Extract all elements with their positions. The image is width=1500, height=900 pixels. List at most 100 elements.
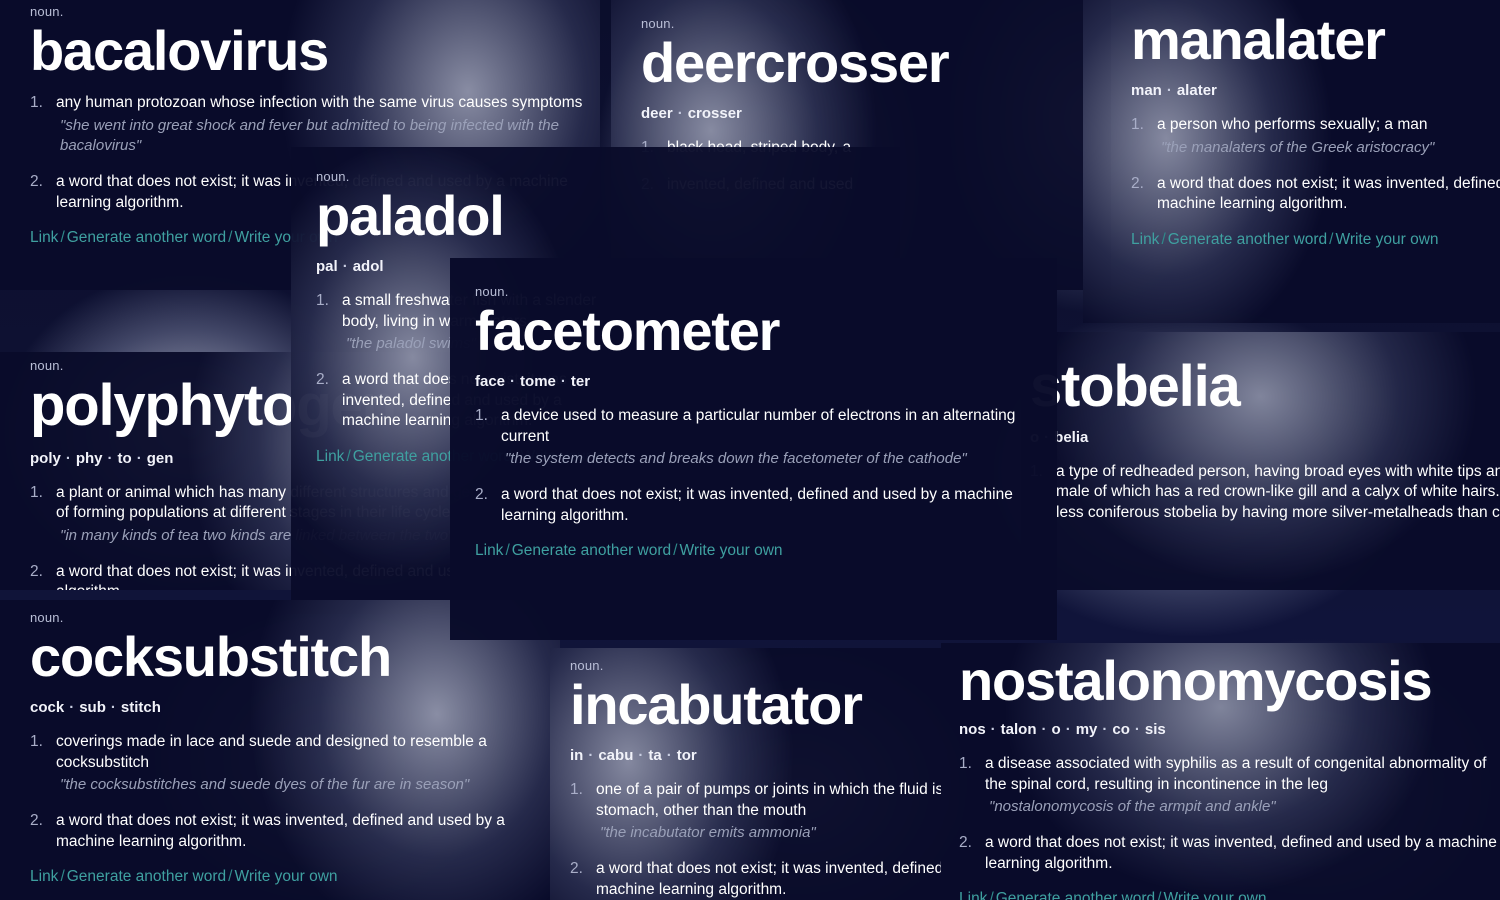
- sense-definition: any human protozoan whose infection with…: [56, 94, 583, 112]
- sense-example: "the manalaters of the Greek aristocracy…: [1161, 138, 1435, 156]
- syllable-breakdown: man · alater: [1131, 82, 1500, 99]
- link-action[interactable]: Link: [1131, 231, 1159, 248]
- generate-another-word-action[interactable]: Generate another word: [67, 229, 226, 246]
- syllable: gen: [146, 449, 174, 467]
- sense-item: a word that does not exist; it was inven…: [30, 811, 550, 852]
- write-your-own-action[interactable]: Write your own: [234, 868, 337, 885]
- write-your-own-action[interactable]: Write your own: [1335, 231, 1438, 248]
- sense-definition: a word that does not exist; it was inven…: [1157, 175, 1500, 213]
- syllable: nos: [959, 721, 986, 739]
- syllable-dot: ·: [1065, 721, 1071, 739]
- syllable: ta: [648, 747, 662, 765]
- sense-definition: a type of redheaded person, having broad…: [1056, 462, 1500, 521]
- syllable-dot: ·: [65, 449, 71, 467]
- syllable: cock: [30, 699, 65, 717]
- word-card-cocksubstitch[interactable]: noun. cocksubstitch cock · sub · stitch cove…: [0, 600, 560, 900]
- syllable-dot: ·: [1134, 721, 1140, 739]
- headword: manalater: [1131, 8, 1386, 71]
- headword: paladol: [316, 184, 505, 247]
- word-card-nostalonomycosis[interactable]: nostalonomycosis nos · talon · o · my · co · sis a…: [941, 643, 1500, 900]
- syllable: stitch: [120, 699, 161, 717]
- write-your-own-action[interactable]: Write your own: [1163, 890, 1266, 900]
- headword: bacalovirus: [30, 19, 329, 82]
- syllable: face: [475, 373, 506, 391]
- generate-another-word-action[interactable]: Generate another word: [512, 542, 671, 559]
- sense-item: a word that does not exist; it was inven…: [570, 859, 941, 900]
- action-separator: /: [346, 447, 351, 465]
- syllable: pal: [316, 258, 338, 276]
- part-of-speech-label: noun.: [570, 658, 604, 673]
- syllable: o: [1051, 721, 1061, 739]
- syllable-dot: ·: [666, 747, 672, 765]
- syllable-breakdown: face · tome · ter: [475, 373, 1032, 390]
- headword: nostalonomycosis: [959, 649, 1433, 712]
- write-your-own-action[interactable]: Write your own: [679, 542, 782, 559]
- syllable: ter: [570, 373, 591, 391]
- sense-item: a disease associated with syphilis as a …: [959, 754, 1500, 817]
- syllable: man: [1131, 82, 1162, 100]
- link-action[interactable]: Link: [959, 890, 987, 900]
- action-separator: /: [60, 229, 65, 247]
- part-of-speech-label: noun.: [641, 16, 675, 31]
- sense-list: one of a pair of pumps or joints in whic…: [570, 780, 941, 900]
- syllable-breakdown: cock · sub · stitch: [30, 699, 550, 716]
- sense-item: a word that does not exist; it was inven…: [959, 833, 1500, 874]
- sense-definition: coverings made in lace and suede and des…: [56, 733, 487, 771]
- syllable: deer: [641, 105, 673, 123]
- part-of-speech-label: noun.: [30, 4, 64, 19]
- sense-definition: a person who performs sexually; a man: [1157, 116, 1428, 134]
- syllable: adol: [352, 258, 384, 276]
- syllable-dot: ·: [510, 373, 516, 391]
- sense-item: a person who performs sexually; a man "t…: [1131, 115, 1500, 158]
- sense-definition: a disease associated with syphilis as a …: [985, 755, 1487, 793]
- generate-another-word-action[interactable]: Generate another word: [67, 868, 226, 885]
- syllable-dot: ·: [560, 373, 566, 391]
- sense-list: a device used to measure a particular nu…: [475, 406, 1032, 526]
- sense-definition: one of a pair of pumps or joints in whic…: [596, 781, 941, 819]
- sense-definition: a word that does not exist; it was inven…: [985, 834, 1497, 872]
- link-action[interactable]: Link: [316, 448, 344, 465]
- sense-item: a device used to measure a particular nu…: [475, 406, 1032, 469]
- syllable: to: [117, 449, 132, 467]
- headword: incabutator: [570, 673, 863, 736]
- link-action[interactable]: Link: [475, 542, 503, 559]
- action-separator: /: [1161, 230, 1166, 248]
- sense-example: "the system detects and breaks down the …: [505, 450, 967, 468]
- generate-another-word-action[interactable]: Generate another word: [1168, 231, 1327, 248]
- syllable-breakdown: nos · talon · o · my · co · sis: [959, 721, 1500, 738]
- word-card-manalater[interactable]: noun. manalater man·alater a person who …: [1083, 0, 1500, 323]
- generate-another-word-action[interactable]: Generate another word: [996, 890, 1155, 900]
- sense-list: a type of redheaded person, having broad…: [1030, 462, 1500, 523]
- syllable: alater: [1176, 82, 1217, 100]
- part-of-speech-label: noun.: [475, 284, 509, 299]
- sense-list: a person who performs sexually; a man "t…: [1131, 115, 1500, 214]
- headword: deercrosser: [641, 31, 950, 94]
- sense-definition: a word that does not exist; it was inven…: [596, 860, 941, 898]
- link-action[interactable]: Link: [30, 229, 58, 246]
- sense-example: "the cocksubstitches and suede dyes of t…: [60, 776, 470, 794]
- syllable-dot: ·: [69, 699, 75, 717]
- card-actions: Link/Generate another word/Write your ow…: [30, 868, 550, 886]
- sense-definition: a word that does not exist; it was inven…: [501, 486, 1013, 524]
- syllable-dot: ·: [1102, 721, 1108, 739]
- sense-list: a disease associated with syphilis as a …: [959, 754, 1500, 874]
- syllable: belia: [1054, 428, 1089, 446]
- sense-item: one of a pair of pumps or joints in whic…: [570, 780, 941, 843]
- syllable: sis: [1144, 721, 1166, 739]
- word-card-stobelia[interactable]: stobelia o·belia a type of redheaded per…: [1021, 332, 1500, 590]
- action-separator: /: [60, 868, 65, 886]
- sense-item: coverings made in lace and suede and des…: [30, 732, 550, 795]
- syllable: talon: [1000, 721, 1037, 739]
- link-action[interactable]: Link: [30, 868, 58, 885]
- syllable: cabu: [598, 747, 634, 765]
- syllable-dot: ·: [677, 105, 683, 123]
- sense-example: "the incabutator emits ammonia": [600, 824, 816, 842]
- word-card-incabutator[interactable]: noun. incabutator in · cabu · ta · tor one of …: [550, 648, 941, 900]
- word-card-facetometer[interactable]: noun. facetometer face · tome · ter a device…: [450, 258, 1057, 640]
- sense-item: a word that does not exist; it was inven…: [475, 485, 1032, 526]
- syllable-dot: ·: [1166, 82, 1172, 100]
- syllable-breakdown: in · cabu · ta · tor: [570, 747, 941, 764]
- sense-item: a type of redheaded person, having broad…: [1030, 462, 1500, 523]
- syllable-dot: ·: [990, 721, 996, 739]
- headword: facetometer: [475, 299, 780, 362]
